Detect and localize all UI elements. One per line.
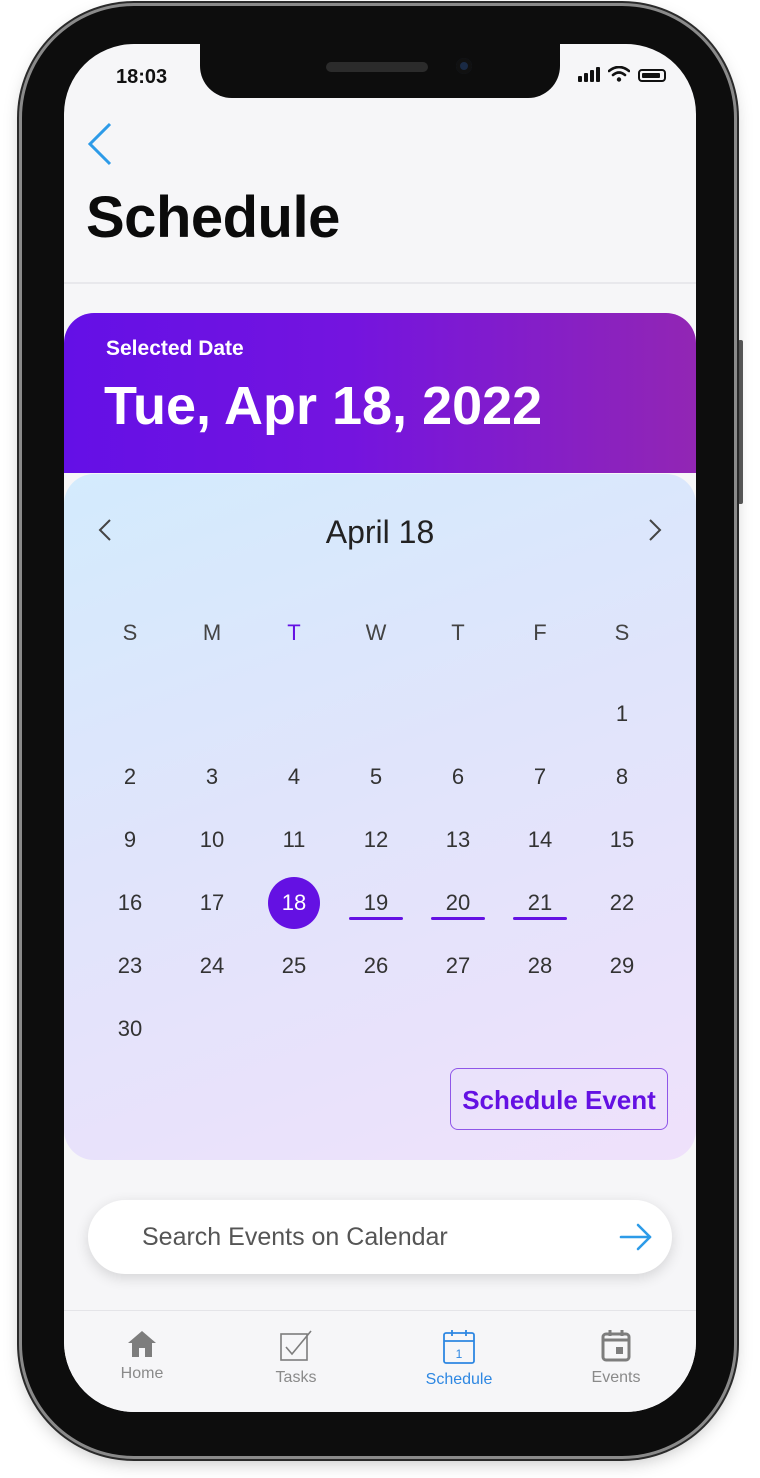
arrow-right-icon[interactable]: [618, 1219, 654, 1255]
calendar-day[interactable]: 16: [104, 877, 156, 929]
calendar-day[interactable]: 8: [596, 751, 648, 803]
svg-text:1: 1: [456, 1347, 463, 1361]
status-time: 18:03: [116, 66, 168, 88]
header-divider: [64, 282, 696, 284]
selected-date-value: Tue, Apr 18, 2022: [104, 376, 543, 436]
tab-schedule-label: Schedule: [425, 1371, 493, 1388]
calendar-day[interactable]: 25: [268, 940, 320, 992]
weekday-header: T: [287, 620, 301, 645]
tab-events-label: Events: [591, 1369, 641, 1386]
calendar-day[interactable]: 15: [596, 814, 648, 866]
calendar-day[interactable]: 7: [514, 751, 566, 803]
page-title: Schedule: [86, 185, 340, 250]
calendar-day[interactable]: 13: [432, 814, 484, 866]
calendar-day[interactable]: 30: [104, 1003, 156, 1055]
calendar-day[interactable]: 11: [268, 814, 320, 866]
tab-events[interactable]: Events: [566, 1329, 666, 1387]
calendar-day[interactable]: 17: [186, 877, 238, 929]
status-icons: [578, 66, 666, 82]
calendar-day[interactable]: 28: [514, 940, 566, 992]
calendar-day[interactable]: 6: [432, 751, 484, 803]
selected-date-card: Selected Date Tue, Apr 18, 2022: [64, 313, 696, 473]
calendar-day[interactable]: 12: [350, 814, 402, 866]
weekday-header: T: [451, 620, 465, 645]
calendar-day-selected[interactable]: 18: [268, 877, 320, 929]
calendar-day[interactable]: 3: [186, 751, 238, 803]
calendar-event-icon: [601, 1330, 631, 1362]
search-events-field[interactable]: Search Events on Calendar: [88, 1200, 672, 1274]
search-placeholder: Search Events on Calendar: [142, 1223, 448, 1251]
calendar-day[interactable]: 23: [104, 940, 156, 992]
tab-tasks-label: Tasks: [275, 1369, 317, 1386]
calendar-day[interactable]: 29: [596, 940, 648, 992]
tab-home[interactable]: Home: [92, 1329, 192, 1383]
calendar-day[interactable]: 22: [596, 877, 648, 929]
calendar-card: April 18 Schedule Event SMTWTFS123456789…: [64, 474, 696, 1160]
calendar-month-label: April 18: [325, 514, 435, 550]
calendar-day[interactable]: 19: [350, 877, 402, 929]
front-camera: [456, 58, 472, 74]
weekday-header: S: [614, 620, 630, 645]
selected-date-caption: Selected Date: [106, 337, 244, 360]
calendar-day[interactable]: 5: [350, 751, 402, 803]
phone-power-button: [738, 340, 743, 504]
calendar-day[interactable]: 1: [596, 688, 648, 740]
tab-tasks[interactable]: Tasks: [246, 1329, 346, 1387]
speaker-grille: [326, 62, 428, 72]
event-indicator-line: [349, 917, 403, 920]
weekday-header: F: [533, 620, 547, 645]
battery-icon: [638, 69, 666, 82]
calendar-day[interactable]: 10: [186, 814, 238, 866]
next-month-chevron-icon[interactable]: [642, 512, 666, 548]
event-indicator-line: [513, 917, 567, 920]
phone-notch: [200, 44, 560, 98]
calendar-day[interactable]: 26: [350, 940, 402, 992]
event-indicator-line: [431, 917, 485, 920]
weekday-header: M: [202, 620, 222, 645]
weekday-header: W: [365, 620, 387, 645]
calendar-day[interactable]: 20: [432, 877, 484, 929]
calendar-day[interactable]: 27: [432, 940, 484, 992]
tab-home-label: Home: [120, 1365, 164, 1382]
calendar-day[interactable]: 14: [514, 814, 566, 866]
back-chevron-icon[interactable]: [82, 120, 122, 168]
home-icon: [128, 1331, 156, 1357]
bottom-tab-bar: Home Tasks 1 Schedule Events: [64, 1310, 696, 1412]
calendar-day[interactable]: 2: [104, 751, 156, 803]
calendar-day-icon: 1: [443, 1330, 475, 1364]
calendar-day[interactable]: 4: [268, 751, 320, 803]
tasks-checkbox-icon: [280, 1330, 312, 1361]
weekday-header: S: [122, 620, 138, 645]
tab-schedule[interactable]: 1 Schedule: [409, 1329, 509, 1389]
wifi-icon: [608, 66, 630, 82]
schedule-event-button[interactable]: Schedule Event: [450, 1068, 668, 1130]
app-screen: 18:03 Schedule Selected Date Tue, Apr 18…: [64, 44, 696, 1412]
calendar-day[interactable]: 21: [514, 877, 566, 929]
cellular-signal-icon: [578, 67, 600, 82]
calendar-day[interactable]: 9: [104, 814, 156, 866]
calendar-day[interactable]: 24: [186, 940, 238, 992]
